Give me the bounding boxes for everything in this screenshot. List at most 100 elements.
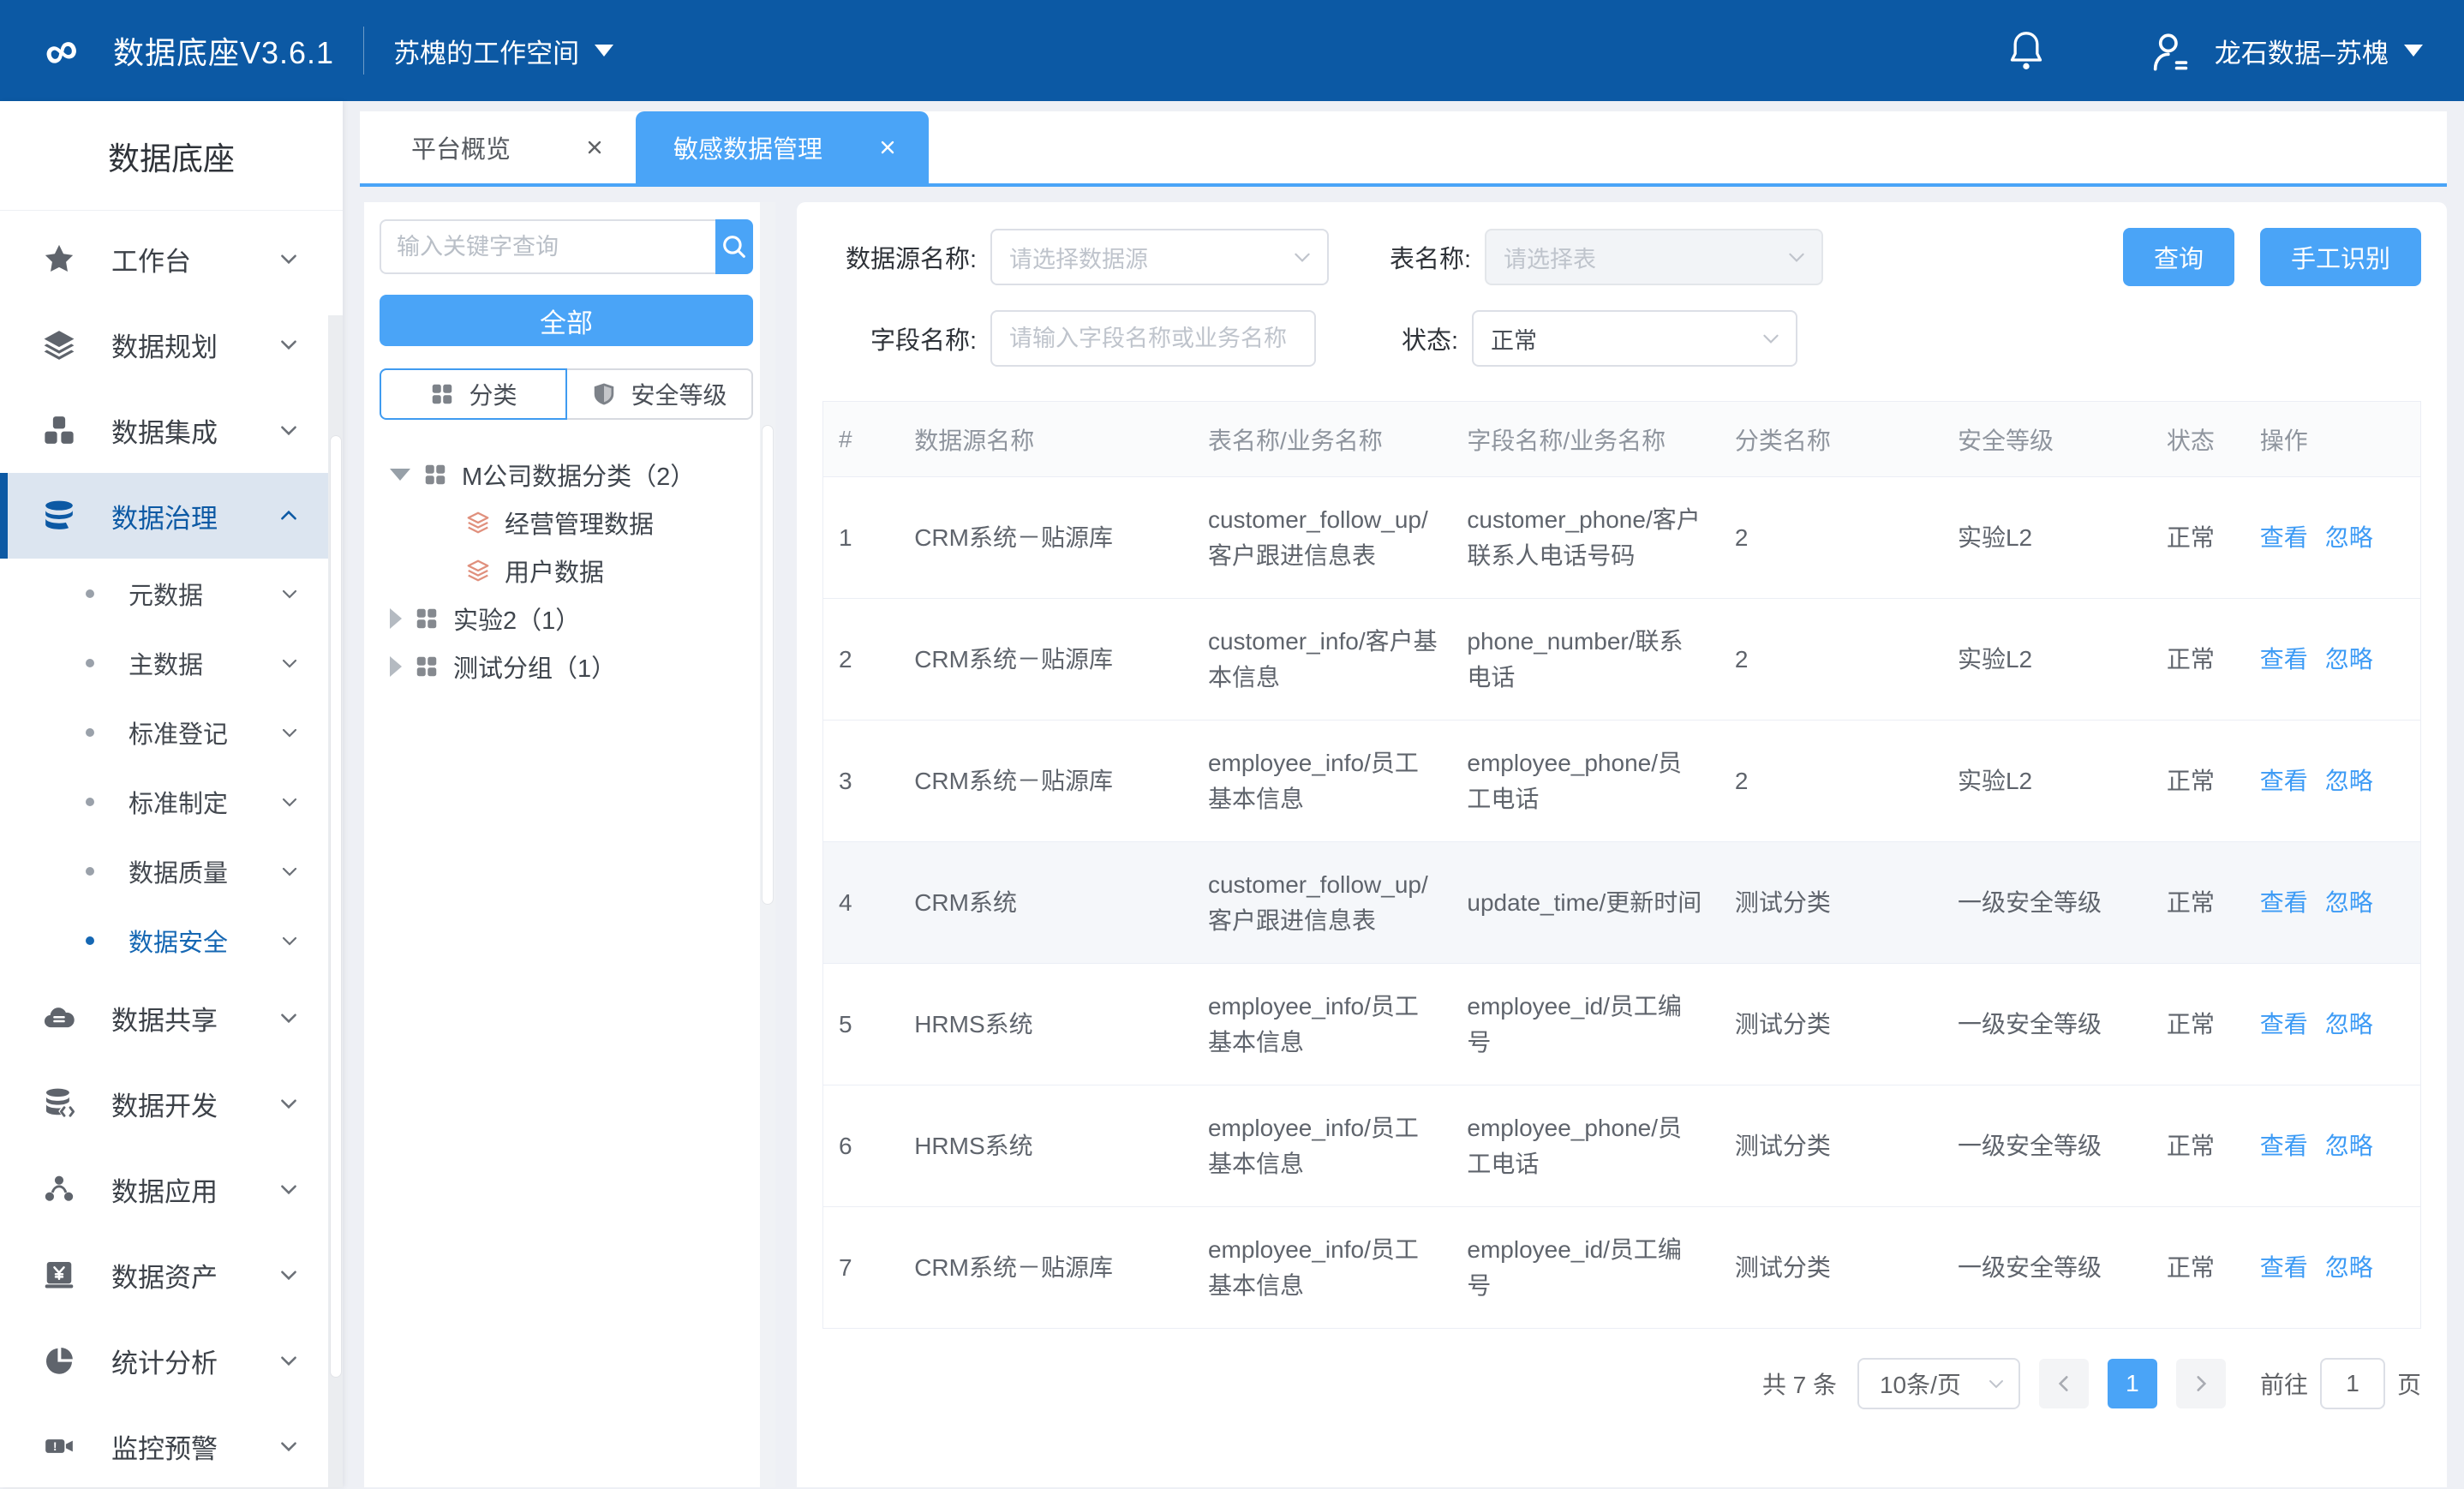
search-button[interactable] — [715, 219, 753, 274]
bullet-icon — [86, 659, 94, 667]
shield-icon — [591, 381, 617, 407]
toggle-security-level[interactable]: 安全等级 — [567, 368, 753, 420]
caret-down-icon — [390, 469, 410, 481]
tab-sensitive-data-management[interactable]: 敏感数据管理 — [636, 111, 929, 183]
keyword-search-input[interactable] — [380, 219, 715, 274]
sidebar-item-data-sharing[interactable]: 数据共享 — [0, 975, 343, 1061]
table-row: 2 CRM系统－贴源库 customer_info/客户基本信息 phone_n… — [823, 599, 2421, 721]
view-link[interactable]: 查看 — [2260, 889, 2308, 916]
sidebar-subitem-standard-formulation[interactable]: 标准制定 — [0, 767, 343, 836]
sidebar-item-data-planning[interactable]: 数据规划 — [0, 302, 343, 387]
query-button[interactable]: 查询 — [2123, 228, 2234, 286]
view-link[interactable]: 查看 — [2260, 1133, 2308, 1159]
view-link[interactable]: 查看 — [2260, 524, 2308, 551]
sidebar-scrollbar-thumb[interactable] — [330, 435, 342, 1378]
table-select[interactable]: 请选择表 — [1485, 229, 1823, 285]
chevron-down-icon — [2404, 45, 2423, 57]
chevron-down-icon — [279, 722, 300, 743]
total-count: 共 7 条 — [1762, 1366, 1837, 1401]
datasource-select[interactable]: 请选择数据源 — [990, 229, 1329, 285]
bullet-icon — [86, 798, 94, 806]
chevron-down-icon — [278, 1264, 300, 1286]
tree-node-business-mgmt-data[interactable]: 经营管理数据 — [380, 499, 753, 547]
status-select[interactable]: 正常 — [1472, 310, 1797, 367]
sidebar-item-data-assets[interactable]: 数据资产 — [0, 1232, 343, 1318]
next-page-button[interactable] — [2176, 1359, 2226, 1408]
sidebar-item-workbench[interactable]: 工作台 — [0, 216, 343, 302]
field-name-input[interactable] — [990, 310, 1316, 367]
workspace-selector[interactable]: 苏槐的工作空间 — [393, 32, 613, 70]
sidebar-subitem-data-quality[interactable]: 数据质量 — [0, 836, 343, 906]
sidebar-item-data-development[interactable]: 数据开发 — [0, 1061, 343, 1146]
table-row: 1 CRM系统－贴源库 customer_follow_up/客户跟进信息表 c… — [823, 477, 2421, 599]
user-menu[interactable]: 龙石数据–苏槐 — [2148, 28, 2423, 73]
sidebar-item-data-application[interactable]: 数据应用 — [0, 1146, 343, 1232]
chevron-down-icon — [278, 1435, 300, 1457]
chevron-right-icon — [2190, 1372, 2212, 1395]
tree-scrollbar[interactable] — [760, 202, 775, 1487]
chevron-down-icon — [278, 333, 300, 356]
header-divider — [363, 27, 364, 75]
chevron-down-icon — [279, 930, 300, 951]
sidebar-subitem-standard-registration[interactable]: 标准登记 — [0, 697, 343, 767]
toggle-classify[interactable]: 分类 — [380, 368, 567, 420]
field-name-label: 字段名称: — [822, 320, 977, 356]
sidebar-subitem-data-security[interactable]: 数据安全 — [0, 906, 343, 975]
app-title: 数据底座V3.6.1 — [113, 28, 334, 73]
classification-panel: 全部 分类 安全等级 M公司数据分类（2） 经营管理数据 用户数据 实验2（1） — [364, 202, 775, 1487]
view-link[interactable]: 查看 — [2260, 768, 2308, 794]
chevron-up-icon — [278, 505, 300, 527]
sidebar-item-data-governance[interactable]: 数据治理 — [0, 473, 343, 559]
tree-node-test-group[interactable]: 测试分组（1） — [380, 643, 753, 691]
datasource-label: 数据源名称: — [822, 239, 977, 275]
share-network-icon — [43, 1173, 75, 1205]
sidebar-subitem-master-data[interactable]: 主数据 — [0, 628, 343, 697]
tree-node-experiment2[interactable]: 实验2（1） — [380, 595, 753, 643]
view-link[interactable]: 查看 — [2260, 646, 2308, 673]
caret-right-icon — [390, 656, 402, 677]
chevron-down-icon — [1986, 1373, 2006, 1394]
page-number-1[interactable]: 1 — [2108, 1359, 2157, 1408]
table-name-label: 表名称: — [1368, 239, 1471, 275]
ignore-link[interactable]: 忽略 — [2325, 1133, 2373, 1159]
sidebar-item-statistics[interactable]: 统计分析 — [0, 1318, 343, 1403]
chevron-down-icon — [279, 792, 300, 812]
table-row: 5 HRMS系统 employee_info/员工基本信息 employee_i… — [823, 964, 2421, 1085]
chevron-down-icon — [278, 1092, 300, 1115]
sidebar-scrollbar[interactable] — [328, 315, 343, 1487]
grid-icon — [422, 462, 448, 487]
view-link[interactable]: 查看 — [2260, 1254, 2308, 1281]
manual-identify-button[interactable]: 手工识别 — [2260, 228, 2421, 286]
col-status: 状态 — [2151, 402, 2245, 477]
close-icon[interactable] — [877, 137, 898, 158]
chevron-down-icon — [1785, 246, 1808, 268]
goto-page-input[interactable] — [2320, 1358, 2385, 1409]
ignore-link[interactable]: 忽略 — [2325, 768, 2373, 794]
chevron-down-icon — [278, 248, 300, 270]
view-link[interactable]: 查看 — [2260, 1011, 2308, 1038]
sidebar-item-monitoring[interactable]: ! 监控预警 — [0, 1403, 343, 1489]
bullet-icon — [86, 728, 94, 737]
ignore-link[interactable]: 忽略 — [2325, 1011, 2373, 1038]
sidebar-subitem-metadata[interactable]: 元数据 — [0, 559, 343, 628]
database-code-icon — [43, 1087, 75, 1120]
tab-bar: 平台概览 敏感数据管理 — [360, 111, 2447, 187]
page-size-select[interactable]: 10条/页 — [1857, 1358, 2020, 1409]
ignore-link[interactable]: 忽略 — [2325, 646, 2373, 673]
ignore-link[interactable]: 忽略 — [2325, 889, 2373, 916]
chevron-down-icon — [278, 1178, 300, 1200]
top-header: ∞ 数据底座V3.6.1 苏槐的工作空间 龙石数据–苏槐 — [0, 0, 2464, 101]
all-button[interactable]: 全部 — [380, 295, 753, 346]
chevron-down-icon — [279, 583, 300, 604]
sidebar-item-data-integration[interactable]: 数据集成 — [0, 387, 343, 473]
tree-node-user-data[interactable]: 用户数据 — [380, 547, 753, 595]
tab-platform-overview[interactable]: 平台概览 — [374, 111, 636, 183]
tree-node-m-company[interactable]: M公司数据分类（2） — [380, 451, 753, 499]
prev-page-button[interactable] — [2039, 1359, 2089, 1408]
ignore-link[interactable]: 忽略 — [2325, 1254, 2373, 1281]
table-row: 7 CRM系统－贴源库 employee_info/员工基本信息 employe… — [823, 1207, 2421, 1329]
tree-scrollbar-thumb[interactable] — [762, 425, 774, 905]
ignore-link[interactable]: 忽略 — [2325, 524, 2373, 551]
close-icon[interactable] — [584, 137, 605, 158]
notification-bell-icon[interactable] — [2007, 30, 2045, 71]
